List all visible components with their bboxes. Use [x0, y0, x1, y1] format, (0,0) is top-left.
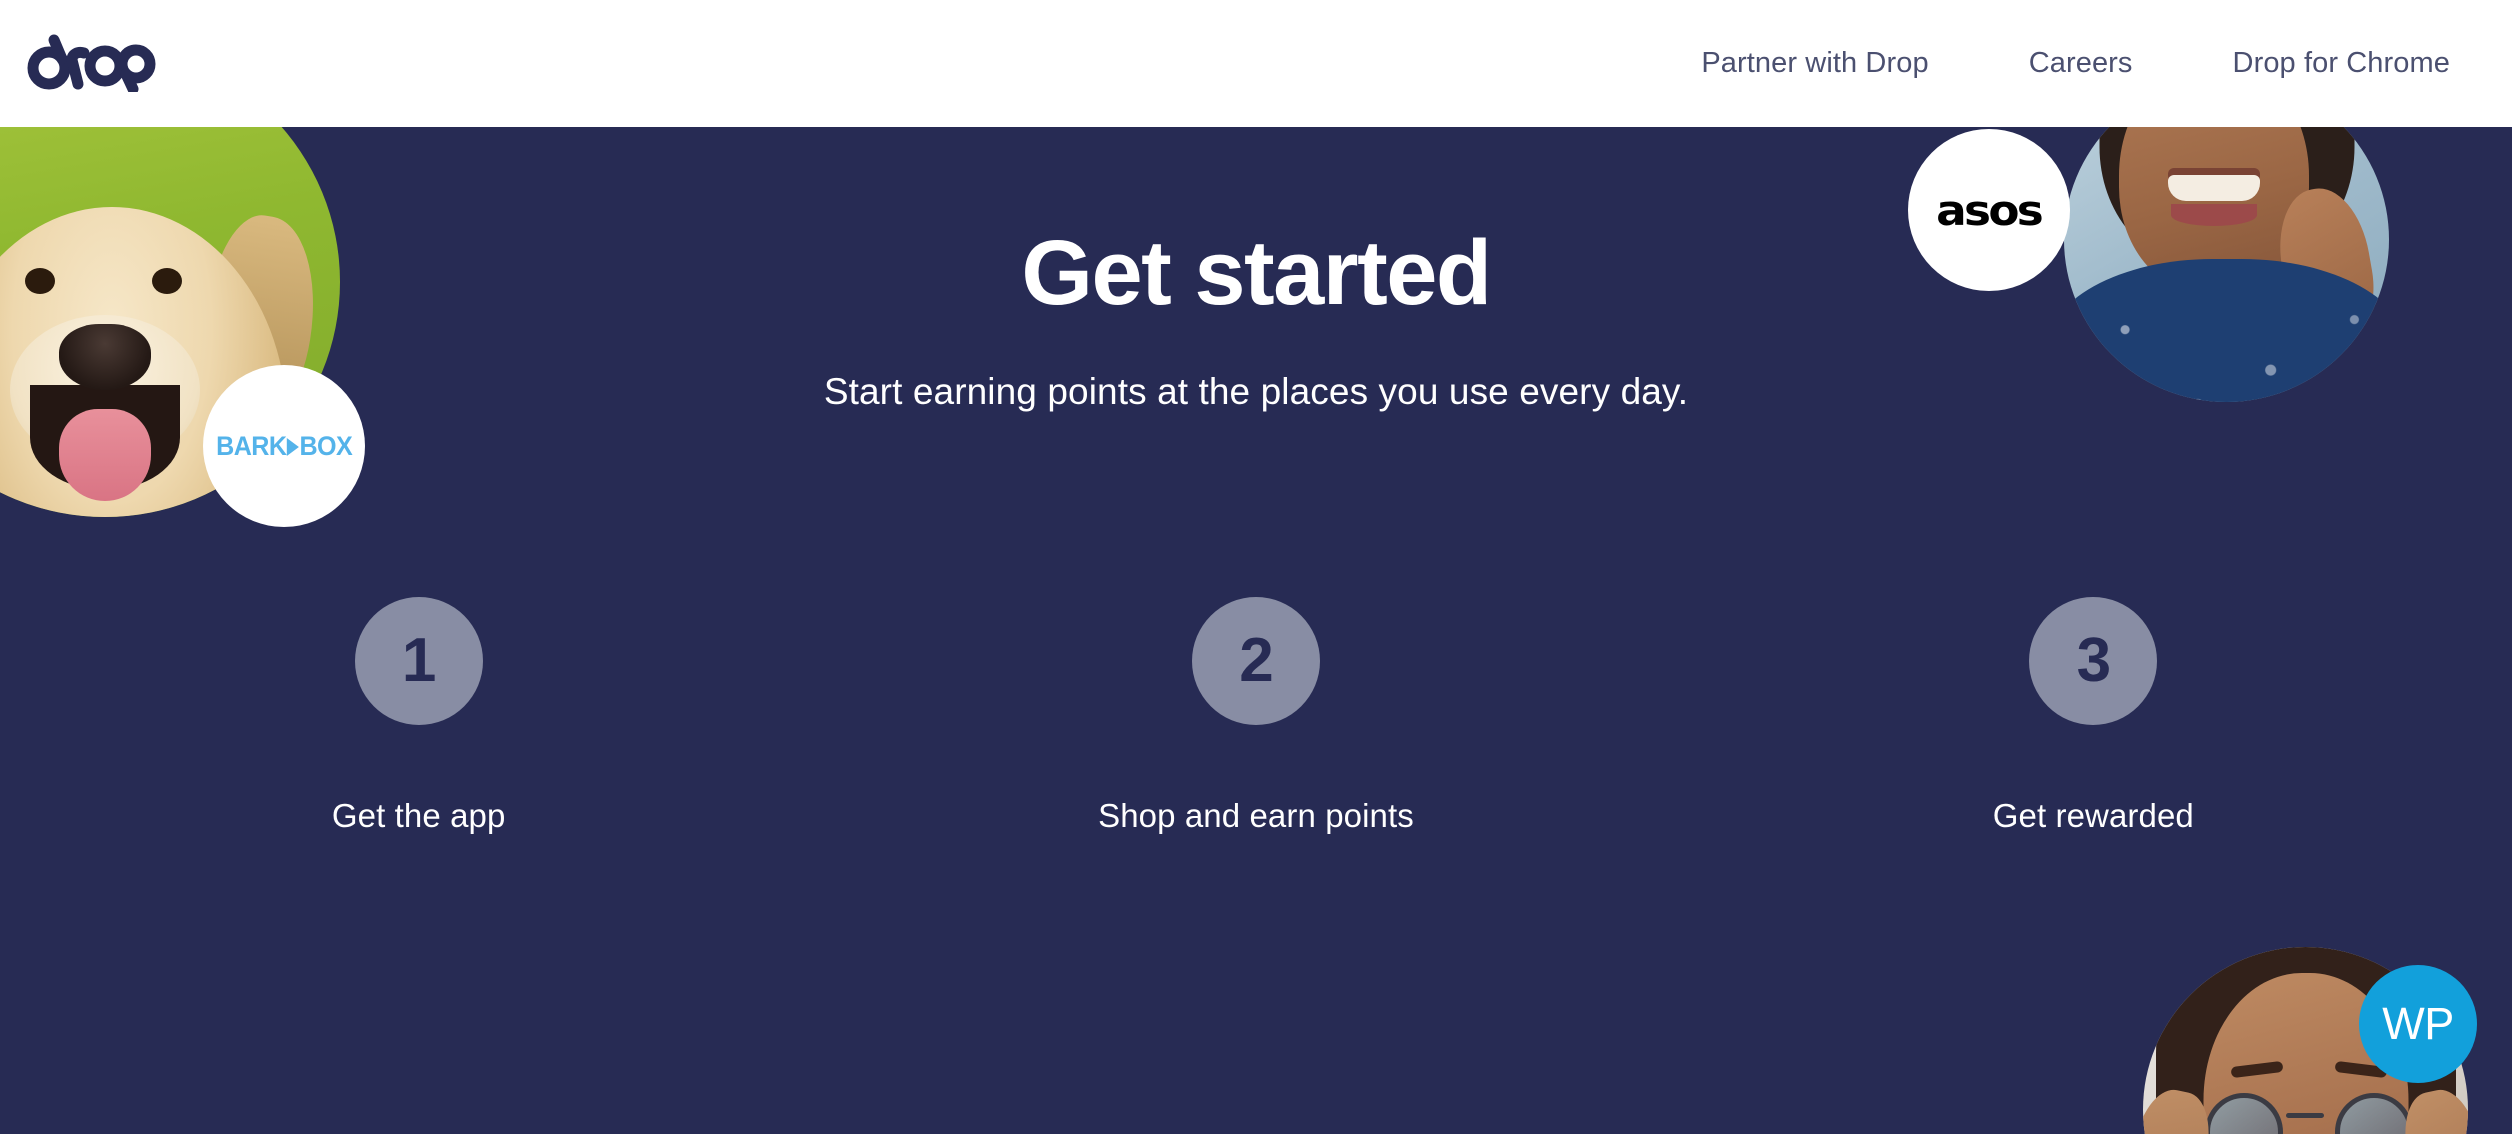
step-item-1: 1 Get the app [0, 597, 837, 835]
step-item-2: 2 Shop and earn points [837, 597, 1674, 835]
drop-logo[interactable] [26, 32, 156, 92]
warby-parker-badge: WP [2359, 965, 2477, 1083]
eyeglasses-bridge [2286, 1112, 2324, 1118]
nav-drop-for-chrome[interactable]: Drop for Chrome [2233, 37, 2450, 90]
warby-parker-logo-text: WP [2382, 998, 2454, 1049]
nav-partner-with-drop[interactable]: Partner with Drop [1701, 37, 1928, 90]
nav-careers[interactable]: Careers [2029, 37, 2133, 90]
barkbox-word-one: BARK [215, 430, 287, 461]
step-label-1: Get the app [331, 797, 506, 834]
asos-model-smile [2167, 174, 2260, 201]
page-title: Get started [1021, 222, 1492, 324]
hero-subtitle: Start earning points at the places you u… [823, 371, 1689, 412]
step-label-2: Shop and earn points [1098, 797, 1414, 834]
get-started-hero: BARK BOX asos Get started Start earning … [0, 127, 2512, 1134]
dog-tongue [59, 408, 151, 501]
barkbox-bolt-icon [286, 438, 299, 456]
step-label-3: Get rewarded [1992, 797, 2194, 834]
asos-badge: asos [1908, 129, 2070, 291]
primary-navigation: Partner with Drop Careers Drop for Chrom… [1701, 37, 2450, 90]
asos-logo-text: asos [1936, 185, 2045, 235]
step-number-badge-3: 3 [2029, 597, 2158, 725]
steps-list: 1 Get the app 2 Shop and earn points 3 G… [0, 597, 2512, 835]
barkbox-logo-text: BARK BOX [215, 430, 353, 462]
step-number-badge-2: 2 [1191, 597, 1320, 725]
step-item-3: 3 Get rewarded [1675, 597, 2512, 835]
site-header: Partner with Drop Careers Drop for Chrom… [0, 0, 2512, 127]
hero-text-block: Get started Start earning points at the … [0, 227, 2512, 417]
asos-model-lip [2170, 203, 2257, 226]
barkbox-word-two: BOX [299, 430, 353, 461]
drop-logo-icon [27, 34, 156, 92]
barkbox-badge: BARK BOX [203, 365, 365, 527]
step-number-badge-1: 1 [354, 597, 483, 725]
